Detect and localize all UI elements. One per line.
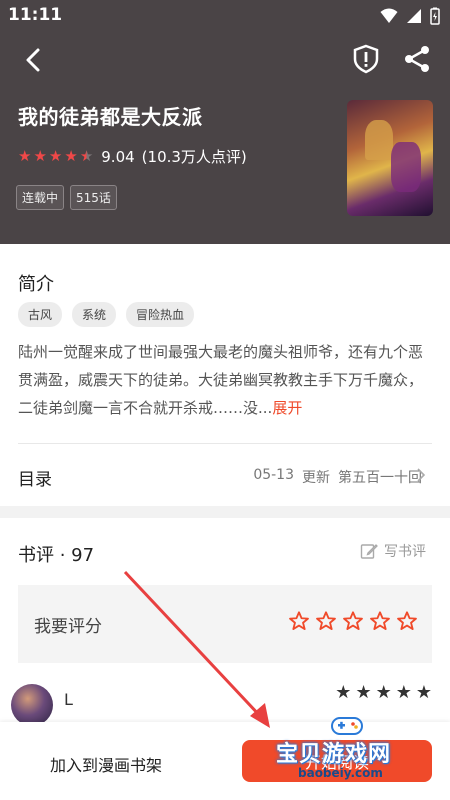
description-text: 陆州一觉醒来成了世间最强大最老的魔头祖师爷，还有九个恶贯满盈，威震天下的徒弟。大… xyxy=(18,343,424,417)
toc-update: 更新 xyxy=(302,470,330,486)
rating-stars: ★ ★ ★ ★ ★ xyxy=(18,149,93,164)
report-shield-icon[interactable] xyxy=(350,43,382,75)
wifi-icon xyxy=(380,8,398,23)
intro-heading: 简介 xyxy=(18,274,54,295)
toc-label[interactable]: 目录 xyxy=(18,465,52,490)
intro-description: 陆州一觉醒来成了世间最强大最老的魔头祖师爷，还有九个恶贯满盈，威震天下的徒弟。大… xyxy=(18,338,434,422)
reviewer-name[interactable]: L xyxy=(64,690,73,709)
avatar[interactable] xyxy=(11,684,53,726)
toc-chapter: 第五百一十回 xyxy=(338,470,422,486)
rate-prompt: 我要评分 xyxy=(34,617,102,637)
toc-latest[interactable]: 05-13 更新 第五百一十回 xyxy=(253,467,422,487)
rating-score: 9.04 xyxy=(101,147,135,166)
star-icon: ★ xyxy=(33,147,47,165)
start-reading-label: 开始阅读 xyxy=(304,753,369,772)
rating-input-box: 我要评分 xyxy=(18,585,432,663)
genre-tag[interactable]: 古风 xyxy=(18,302,63,327)
star-icon: ★ xyxy=(375,682,392,703)
star-outline-icon[interactable] xyxy=(369,610,391,632)
divider xyxy=(18,443,432,444)
star-icon: ★ xyxy=(18,147,32,165)
toc-date: 05-13 xyxy=(253,467,294,483)
write-review-label: 写书评 xyxy=(384,544,426,560)
status-time: 11:11 xyxy=(8,5,63,25)
star-outline-icon[interactable] xyxy=(288,610,310,632)
signal-icon xyxy=(407,9,421,23)
comic-title: 我的徒弟都是大反派 xyxy=(18,105,203,129)
expand-link[interactable]: 展开 xyxy=(272,399,302,417)
rating-input-stars[interactable] xyxy=(288,610,418,632)
star-icon: ★ xyxy=(415,682,432,703)
star-icon: ★ xyxy=(48,147,63,165)
comic-cover-image[interactable] xyxy=(347,100,433,216)
status-badges: 连载中 515话 xyxy=(16,185,117,210)
star-icon: ★ xyxy=(355,682,372,703)
star-outline-icon[interactable] xyxy=(396,610,418,632)
genre-tag[interactable]: 系统 xyxy=(72,302,117,327)
star-outline-icon[interactable] xyxy=(342,610,364,632)
share-icon[interactable] xyxy=(402,43,432,75)
star-icon: ★ xyxy=(64,147,78,165)
episode-count-badge: 515话 xyxy=(70,185,117,210)
star-icon: ★ xyxy=(395,682,412,703)
half-star-icon: ★ xyxy=(79,147,94,165)
serial-status-badge: 连载中 xyxy=(16,185,65,210)
status-bar: 11:11 xyxy=(0,0,450,32)
star-icon: ★ xyxy=(335,682,352,703)
add-to-shelf-button[interactable]: 加入到漫画书架 xyxy=(50,752,162,776)
edit-icon xyxy=(360,544,378,559)
back-arrow-icon[interactable] xyxy=(18,44,50,76)
write-review-button[interactable]: 写书评 xyxy=(360,541,426,561)
chevron-right-icon[interactable] xyxy=(414,466,428,484)
start-reading-button[interactable]: 开始阅读 xyxy=(242,740,432,782)
rating-row: ★ ★ ★ ★ ★ 9.04 (10.3万人点评) xyxy=(18,146,247,167)
comic-header: 11:11 我的徒弟都是大反派 ★ ★ ★ ★ ★ 9.04 (10.3万人点评… xyxy=(0,0,450,244)
genre-tag[interactable]: 冒险热血 xyxy=(126,302,195,327)
battery-icon xyxy=(430,7,440,25)
system-icons xyxy=(380,7,440,25)
star-outline-icon[interactable] xyxy=(315,610,337,632)
reviews-heading: 书评 · 97 xyxy=(18,545,95,566)
rating-count: (10.3万人点评) xyxy=(141,148,247,166)
genre-tags: 古风 系统 冒险热血 xyxy=(18,302,195,327)
reviewer-stars: ★ ★ ★ ★ ★ xyxy=(335,684,432,702)
